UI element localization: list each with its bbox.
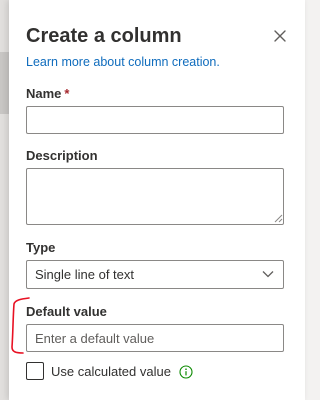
type-dropdown[interactable]: Single line of text	[26, 260, 284, 289]
background-page-mark	[0, 52, 9, 114]
resize-grip-icon[interactable]	[274, 214, 283, 223]
description-textarea[interactable]	[26, 168, 284, 225]
type-label: Type	[26, 240, 56, 255]
learn-more-link[interactable]: Learn more about column creation.	[26, 55, 220, 69]
name-label: Name *	[26, 86, 69, 101]
info-icon[interactable]	[179, 365, 193, 379]
type-selected-value: Single line of text	[35, 267, 135, 282]
name-label-text: Name	[26, 86, 62, 101]
description-label: Description	[26, 148, 98, 163]
use-calculated-value-label[interactable]: Use calculated value	[51, 364, 171, 379]
create-column-panel: Create a column Learn more about column …	[9, 0, 305, 400]
name-input[interactable]	[26, 106, 284, 134]
panel-title: Create a column	[26, 25, 182, 47]
required-marker: *	[64, 86, 70, 101]
background-page-edge	[0, 0, 9, 400]
chevron-down-icon	[262, 271, 274, 278]
close-icon[interactable]	[271, 27, 289, 45]
default-value-input[interactable]	[26, 324, 284, 352]
use-calculated-value-checkbox[interactable]	[26, 362, 44, 380]
default-value-label: Default value	[26, 304, 107, 319]
